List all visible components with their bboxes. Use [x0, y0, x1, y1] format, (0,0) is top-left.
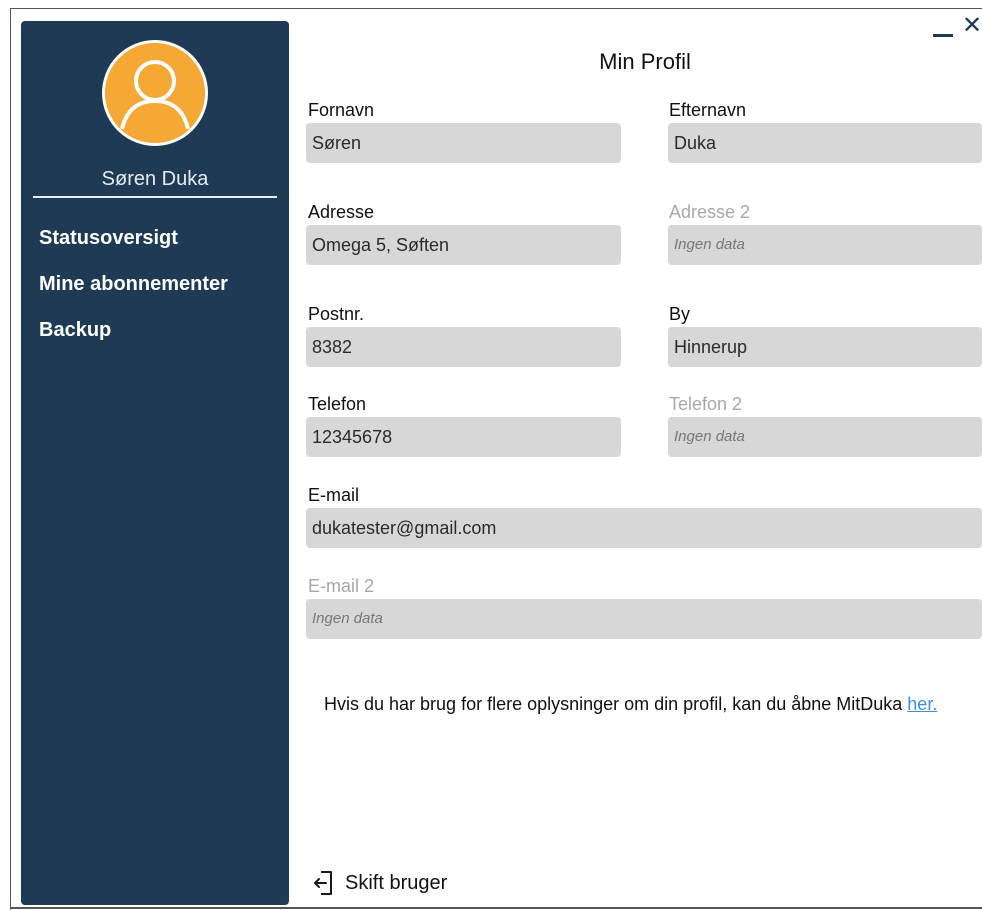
window-border-left: [10, 8, 11, 910]
telefon2-field[interactable]: Ingen data: [668, 417, 982, 457]
fornavn-field[interactable]: Søren: [306, 123, 621, 163]
window-border-top: [10, 8, 982, 9]
postnr-label: Postnr.: [308, 304, 365, 324]
window-border-bottom: [10, 907, 982, 909]
close-icon[interactable]: ✕: [962, 13, 982, 37]
telefon-field[interactable]: 12345678: [306, 417, 621, 457]
by-field[interactable]: Hinnerup: [668, 327, 982, 367]
sign-out-icon: [313, 869, 333, 897]
switch-user-button[interactable]: Skift bruger: [313, 868, 447, 898]
profile-window: Søren Duka Statusoversigt Mine abonnemen…: [0, 0, 982, 910]
switch-user-label: Skift bruger: [345, 871, 448, 894]
telefon2-label: Telefon 2: [669, 394, 743, 414]
adresse-field[interactable]: Omega 5, Søften: [306, 225, 621, 265]
fornavn-label: Fornavn: [308, 100, 375, 120]
email-field[interactable]: dukatester@gmail.com: [306, 508, 982, 548]
efternavn-field[interactable]: Duka: [668, 123, 982, 163]
by-label: By: [669, 304, 691, 324]
page-title: Min Profil: [599, 49, 691, 74]
info-text: Hvis du har brug for flere oplysninger o…: [324, 693, 964, 716]
sidebar-item-mine-abonnementer[interactable]: Mine abonnementer: [39, 272, 228, 318]
sidebar-item-backup[interactable]: Backup: [39, 318, 228, 364]
sidebar: Søren Duka Statusoversigt Mine abonnemen…: [21, 21, 289, 905]
mitduka-link[interactable]: her.: [907, 694, 937, 714]
sidebar-item-statusoversigt[interactable]: Statusoversigt: [39, 226, 228, 272]
email2-field[interactable]: Ingen data: [306, 599, 982, 639]
efternavn-label: Efternavn: [669, 100, 747, 120]
adresse2-field[interactable]: Ingen data: [668, 225, 982, 265]
postnr-field[interactable]: 8382: [306, 327, 621, 367]
email2-label: E-mail 2: [308, 576, 375, 596]
telefon-label: Telefon: [308, 394, 367, 414]
minimize-icon[interactable]: [933, 34, 953, 37]
email-label: E-mail: [308, 485, 360, 505]
user-avatar-icon: [102, 40, 208, 146]
user-divider: [33, 196, 277, 198]
info-text-body: Hvis du har brug for flere oplysninger o…: [324, 694, 908, 714]
sidebar-nav: Statusoversigt Mine abonnementer Backup: [39, 226, 228, 364]
adresse-label: Adresse: [308, 202, 375, 222]
user-name: Søren Duka: [101, 168, 209, 190]
adresse2-label: Adresse 2: [669, 202, 751, 222]
